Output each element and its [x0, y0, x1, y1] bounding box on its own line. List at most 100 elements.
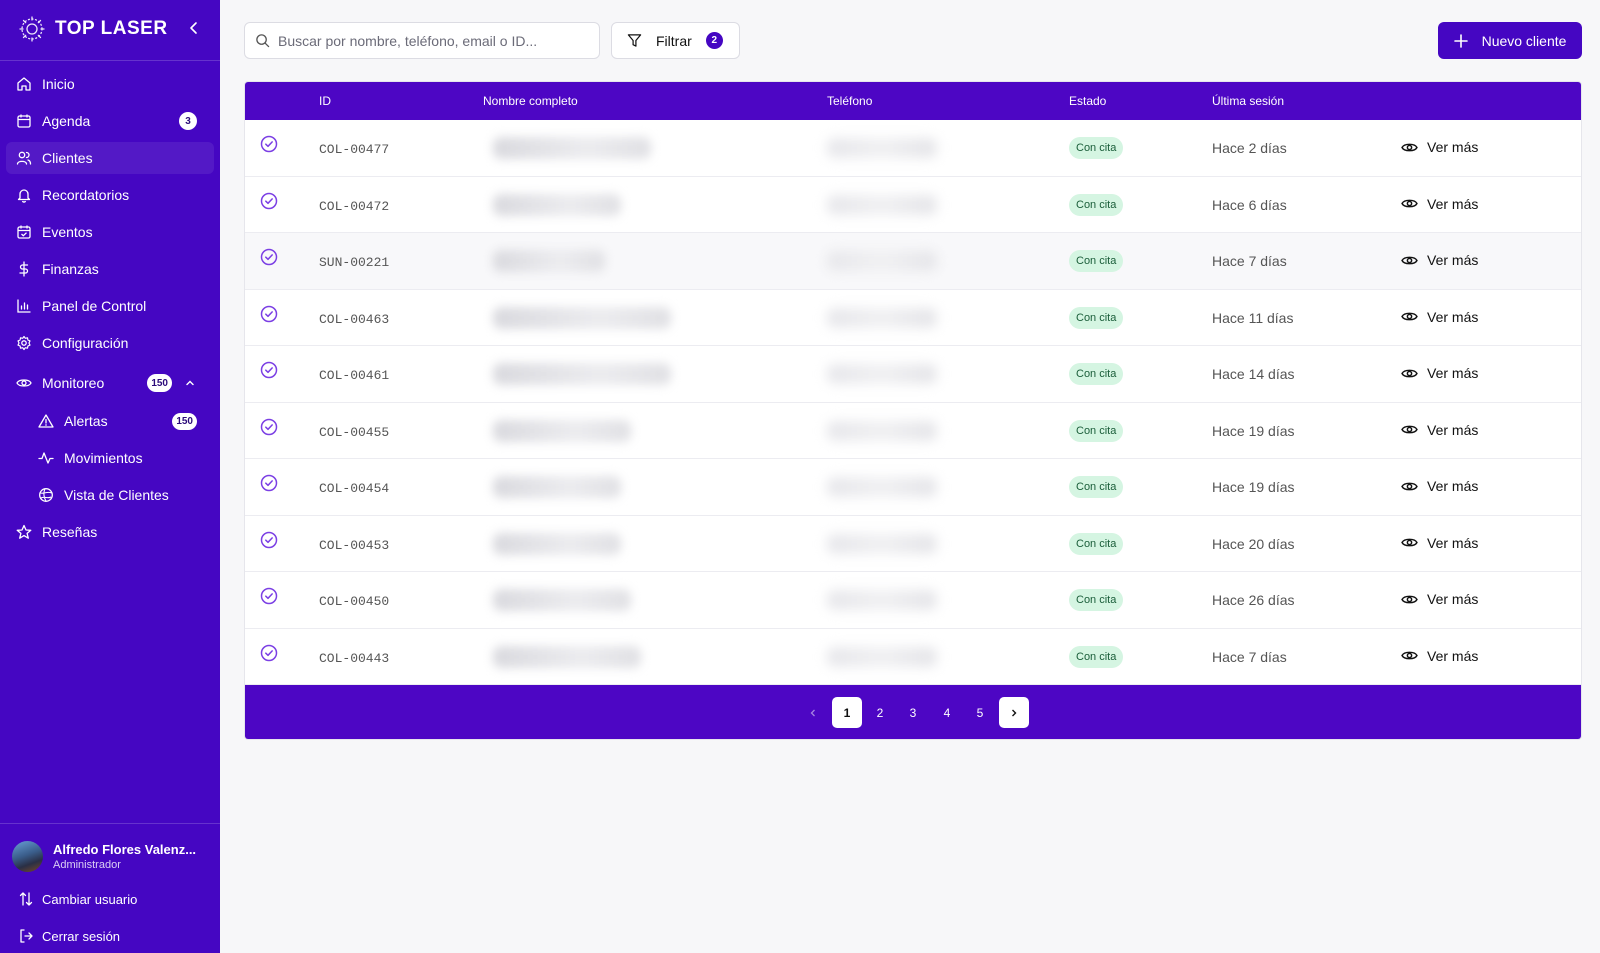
client-id: COL-00463	[319, 311, 390, 327]
user-name: Alfredo Flores Valenz...	[53, 841, 197, 857]
redacted-client-name	[493, 645, 641, 668]
column-header-status[interactable]: Estado	[1069, 94, 1106, 108]
search-box[interactable]	[244, 22, 600, 59]
table-row[interactable]: COL-00477 Con cita Hace 2 días Ver más	[245, 120, 1581, 177]
sidebar-item-label: Eventos	[42, 224, 93, 240]
check-circle-icon[interactable]	[260, 192, 278, 210]
view-more-label: Ver más	[1427, 252, 1479, 268]
check-circle-icon[interactable]	[260, 305, 278, 323]
view-more-button[interactable]: Ver más	[1401, 419, 1478, 441]
check-circle-icon[interactable]	[260, 587, 278, 605]
redacted-client-name	[493, 476, 621, 498]
search-input[interactable]	[278, 32, 578, 49]
check-circle-icon[interactable]	[260, 644, 278, 662]
sidebar-item-eventos[interactable]: Eventos	[6, 216, 214, 248]
page-button-2[interactable]: 2	[865, 697, 895, 728]
view-more-button[interactable]: Ver más	[1401, 588, 1478, 610]
chevron-up-icon[interactable]	[184, 377, 196, 389]
sidebar-subitem-label: Alertas	[64, 413, 108, 429]
table-row[interactable]: COL-00454 Con cita Hace 19 días Ver más	[245, 459, 1581, 516]
view-more-label: Ver más	[1427, 534, 1479, 551]
view-more-button[interactable]: Ver más	[1401, 645, 1478, 667]
redacted-phone	[827, 251, 937, 271]
client-id: COL-00477	[319, 142, 390, 157]
sidebar-item-label: Inicio	[42, 76, 75, 92]
status-badge: Con cita	[1069, 476, 1124, 498]
redacted-client-name	[493, 532, 621, 555]
column-header-id[interactable]: ID	[319, 94, 331, 108]
view-more-label: Ver más	[1427, 647, 1479, 664]
table-row[interactable]: COL-00450 Con cita Hace 26 días Ver más	[245, 572, 1581, 629]
sidebar-item-finanzas[interactable]: Finanzas	[6, 253, 214, 285]
user-profile[interactable]: Alfredo Flores Valenz... Administrador	[12, 838, 212, 874]
previous-page-button[interactable]	[798, 697, 828, 728]
sidebar-item-clientes[interactable]: Clientes	[6, 142, 214, 174]
table-row[interactable]: COL-00472 Con cita Hace 6 días Ver más	[245, 176, 1581, 233]
status-badge: Con cita	[1069, 137, 1124, 159]
page-button-4[interactable]: 4	[932, 697, 962, 728]
sidebar-item-recordatorios[interactable]: Recordatorios	[6, 179, 214, 211]
eye-icon	[1401, 369, 1418, 377]
redacted-phone	[827, 477, 937, 497]
table-row[interactable]: COL-00455 Con cita Hace 19 días Ver más	[245, 402, 1581, 459]
page-button-5[interactable]: 5	[965, 697, 995, 728]
sidebar-item-panel-de-control[interactable]: Panel de Control	[6, 290, 214, 322]
filter-button[interactable]: Filtrar 2	[611, 22, 740, 59]
calendar-icon	[17, 114, 31, 128]
column-header-phone[interactable]: Teléfono	[827, 94, 872, 108]
check-circle-icon[interactable]	[260, 248, 278, 266]
avatar	[12, 840, 43, 872]
column-header-name[interactable]: Nombre completo	[483, 94, 578, 108]
calendar-check-icon	[17, 225, 31, 239]
check-circle-icon[interactable]	[260, 361, 278, 379]
table-row[interactable]: COL-00443 Con cita Hace 7 días Ver más	[245, 628, 1581, 685]
users-icon	[16, 151, 32, 165]
logout-link[interactable]: Cerrar sesión	[18, 924, 120, 948]
check-circle-icon[interactable]	[260, 135, 278, 153]
view-more-button[interactable]: Ver más	[1401, 306, 1478, 328]
sidebar-subitem-vista-de-clientes[interactable]: Vista de Clientes	[30, 479, 214, 511]
redacted-phone	[827, 533, 937, 554]
sidebar-item-label: Clientes	[42, 150, 93, 166]
sidebar-subitem-movimientos[interactable]: Movimientos	[30, 442, 214, 474]
view-more-button[interactable]: Ver más	[1401, 193, 1478, 215]
last-session: Hace 14 días	[1212, 366, 1295, 382]
view-more-button[interactable]: Ver más	[1401, 362, 1478, 384]
status-badge: Con cita	[1069, 250, 1124, 272]
view-more-button[interactable]: Ver más	[1401, 475, 1478, 497]
view-more-button[interactable]: Ver más	[1401, 136, 1478, 158]
table-row[interactable]: SUN-00221 Con cita Hace 7 días Ver más	[245, 233, 1581, 290]
redacted-client-name	[493, 193, 621, 216]
sidebar-item-agenda[interactable]: Agenda 3	[6, 105, 214, 137]
view-more-button[interactable]: Ver más	[1401, 532, 1478, 554]
page-button-3[interactable]: 3	[898, 697, 928, 728]
next-page-button[interactable]	[999, 697, 1029, 728]
check-circle-icon[interactable]	[260, 531, 278, 549]
sidebar-item-configuracion[interactable]: Configuración	[6, 327, 214, 359]
view-more-button[interactable]: Ver más	[1401, 249, 1478, 271]
check-circle-icon[interactable]	[260, 474, 278, 492]
eye-icon	[1401, 143, 1418, 151]
brand[interactable]: TOP LASER	[18, 14, 168, 44]
collapse-sidebar-chevron-left-icon[interactable]	[185, 19, 203, 37]
filter-funnel-icon	[627, 34, 642, 47]
redacted-phone	[827, 646, 937, 667]
client-id: COL-00443	[319, 650, 390, 666]
redacted-client-name	[493, 589, 631, 611]
table-row[interactable]: COL-00463 Con cita Hace 11 días Ver más	[245, 289, 1581, 346]
sidebar-item-resenas[interactable]: Reseñas	[6, 516, 214, 548]
sidebar-item-inicio[interactable]: Inicio	[6, 68, 214, 100]
client-id: COL-00450	[319, 594, 390, 609]
eye-icon	[1401, 482, 1418, 490]
switch-user-link[interactable]: Cambiar usuario	[18, 887, 137, 911]
eye-icon	[1401, 256, 1418, 264]
check-circle-icon[interactable]	[260, 418, 278, 436]
page-button-1[interactable]: 1	[832, 697, 862, 728]
table-row[interactable]: COL-00461 Con cita Hace 14 días Ver más	[245, 346, 1581, 403]
table-row[interactable]: COL-00453 Con cita Hace 20 días Ver más	[245, 515, 1581, 572]
sidebar-item-monitoreo[interactable]: Monitoreo 150	[6, 367, 214, 399]
sidebar-subitem-alertas[interactable]: Alertas 150	[30, 405, 214, 437]
column-header-last-session[interactable]: Última sesión	[1212, 94, 1284, 108]
client-id: COL-00461	[319, 368, 390, 383]
new-client-button[interactable]: Nuevo cliente	[1438, 22, 1582, 59]
